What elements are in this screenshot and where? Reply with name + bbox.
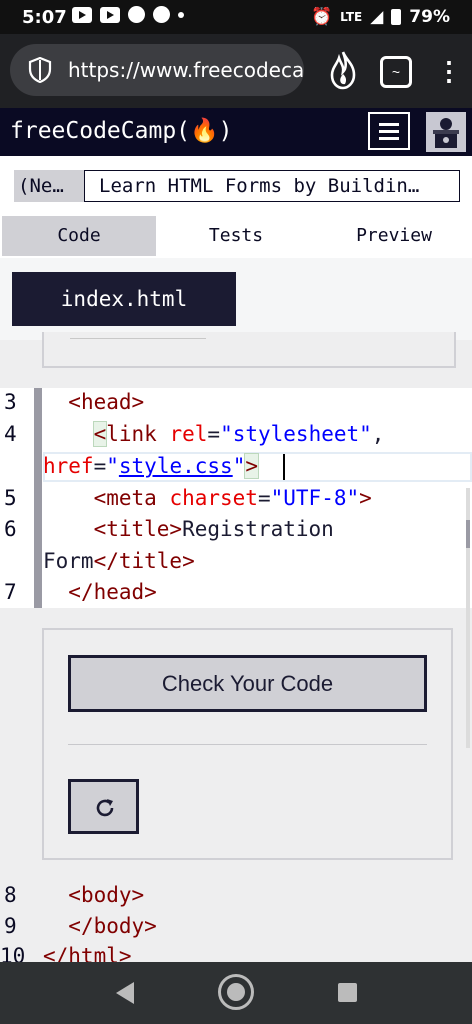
network-type: LTE: [340, 10, 363, 24]
tabs-icon[interactable]: ~: [380, 56, 412, 88]
fcc-logo[interactable]: freeCodeCamp(🔥): [10, 117, 233, 144]
code-line-wrap[interactable]: Form</title>: [43, 549, 195, 573]
address-bar[interactable]: https://www.freecodecamp.org/learn: [10, 44, 304, 96]
recent-icon[interactable]: [338, 983, 357, 1002]
hamburger-icon-line: [379, 130, 399, 133]
avatar-icon[interactable]: [426, 112, 466, 152]
app-notification-icon: [128, 6, 145, 23]
youtube-notification-icon: [100, 6, 120, 23]
battery-level: 79%: [409, 7, 450, 27]
divider: [70, 338, 206, 339]
tab-preview[interactable]: Preview: [316, 216, 472, 256]
code-line[interactable]: <meta charset="UTF-8">: [43, 486, 372, 510]
shield-icon[interactable]: [28, 57, 52, 83]
editor-tabs: Code Tests Preview: [0, 214, 472, 259]
back-icon[interactable]: [116, 982, 134, 1004]
flame-icon[interactable]: [326, 50, 360, 90]
line-number: 8: [4, 883, 17, 907]
text-cursor: [283, 454, 285, 480]
menu-button[interactable]: [368, 112, 410, 150]
check-code-button[interactable]: Check Your Code: [68, 655, 427, 712]
file-tab-index-html[interactable]: index.html: [12, 272, 236, 326]
status-bar: 5:07 ⏰ LTE ◢ 79%: [0, 0, 472, 34]
line-number: 7: [4, 580, 17, 604]
hamburger-icon: [379, 123, 399, 126]
breadcrumb-challenge[interactable]: Learn HTML Forms by Buildin…: [84, 170, 460, 202]
status-time: 5:07: [22, 7, 67, 28]
reset-icon: [96, 799, 114, 817]
code-line-wrap[interactable]: href="style.css">: [43, 453, 259, 479]
divider: [68, 744, 427, 745]
editable-region-marker: [34, 388, 42, 608]
code-line[interactable]: <body>: [43, 883, 144, 907]
breadcrumb-superblock[interactable]: (Ne…: [14, 170, 96, 202]
tab-code[interactable]: Code: [2, 216, 156, 256]
code-line[interactable]: <title>Registration: [43, 517, 334, 541]
line-number: 3: [4, 390, 17, 414]
reset-button[interactable]: [68, 779, 139, 834]
code-line[interactable]: <link rel="stylesheet",: [43, 421, 384, 447]
line-number: 4: [4, 422, 17, 446]
alarm-icon: ⏰: [311, 7, 333, 27]
hamburger-icon-line: [379, 137, 399, 140]
app-notification-icon: [153, 6, 170, 23]
more-notifications-icon: [178, 11, 184, 18]
battery-icon: [391, 9, 402, 25]
line-number: 5: [4, 486, 17, 510]
code-line[interactable]: </body>: [43, 914, 157, 938]
line-number: 9: [4, 914, 17, 938]
scrollbar-thumb[interactable]: [466, 520, 470, 548]
code-line[interactable]: <head>: [43, 390, 144, 414]
youtube-notification-icon: [72, 6, 92, 23]
line-number: 6: [4, 517, 17, 541]
url-text: https://www.freecodecamp.org/learn: [68, 58, 304, 82]
signal-icon: ◢: [370, 7, 384, 27]
home-icon[interactable]: [218, 974, 254, 1010]
code-line[interactable]: </head>: [43, 580, 157, 604]
kebab-icon[interactable]: ⋮: [436, 56, 462, 86]
tab-tests[interactable]: Tests: [160, 216, 312, 256]
